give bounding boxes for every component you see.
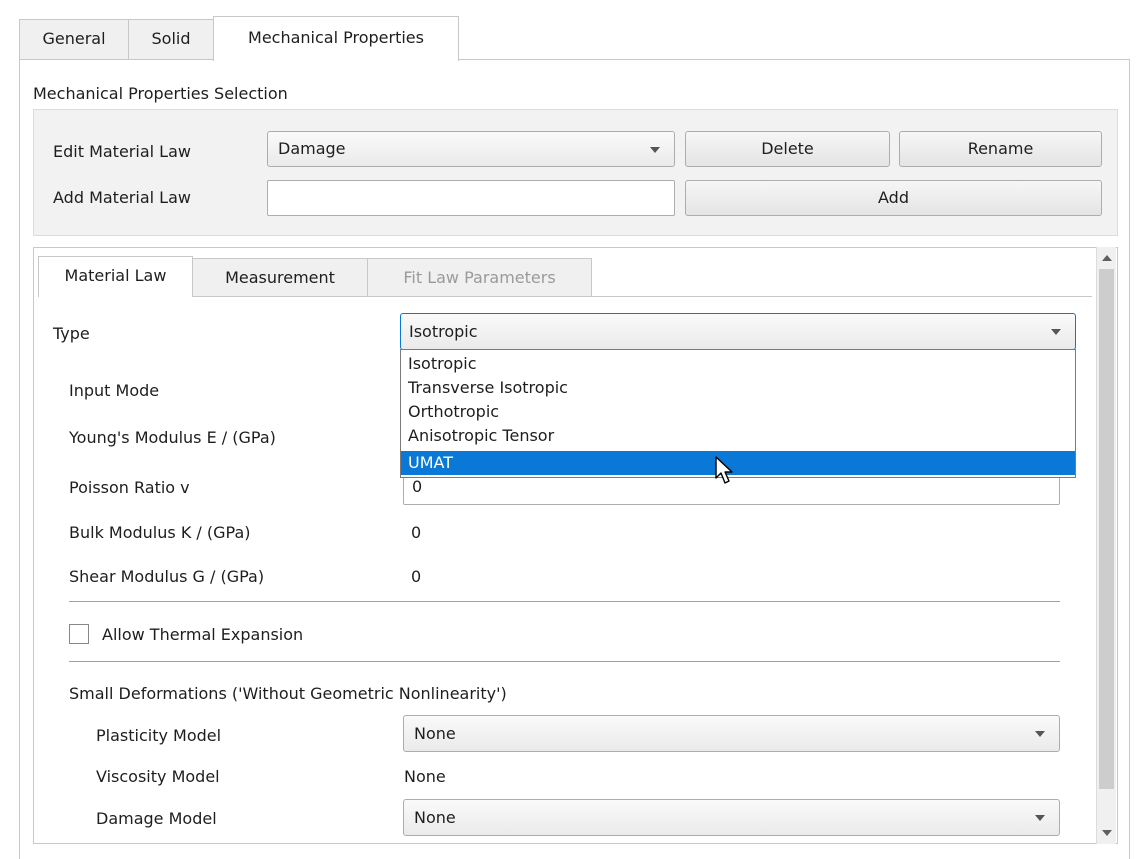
chevron-down-icon (1035, 731, 1045, 737)
scrollbar-thumb[interactable] (1099, 269, 1114, 789)
scroll-down-icon[interactable] (1102, 830, 1112, 836)
tab-solid-label: Solid (151, 29, 191, 48)
tab-mechanical-properties[interactable]: Mechanical Properties (213, 16, 459, 61)
divider (69, 661, 1060, 662)
tab-general[interactable]: General (19, 19, 129, 60)
damage-model-value: None (414, 808, 456, 827)
type-value: Isotropic (409, 322, 478, 341)
tab-measurement-label: Measurement (225, 268, 335, 287)
small-deformations-label: Small Deformations ('Without Geometric N… (69, 684, 507, 703)
poisson-ratio-label: Poisson Ratio v (69, 478, 190, 497)
thermal-expansion-checkbox[interactable] (69, 624, 89, 644)
plasticity-model-combo[interactable]: None (403, 715, 1060, 752)
plasticity-model-label: Plasticity Model (96, 726, 222, 745)
damage-model-combo[interactable]: None (403, 799, 1060, 836)
mouse-pointer-icon (715, 456, 733, 484)
type-dropdown-list: Isotropic Transverse Isotropic Orthotrop… (400, 349, 1076, 484)
add-button[interactable]: Add (685, 180, 1102, 216)
plasticity-model-value: None (414, 724, 456, 743)
tab-fit-law-parameters-label: Fit Law Parameters (403, 268, 556, 287)
damage-model-label: Damage Model (96, 809, 217, 828)
tab-material-law-label: Material Law (64, 266, 167, 285)
tab-solid[interactable]: Solid (128, 19, 214, 60)
bulk-modulus-label: Bulk Modulus K / (GPa) (69, 523, 251, 542)
option-umat[interactable]: UMAT (401, 451, 1075, 475)
tab-bar-divider (38, 296, 1092, 297)
type-label: Type (53, 324, 90, 343)
viscosity-model-value: None (404, 767, 446, 786)
edit-material-law-combo[interactable]: Damage (267, 131, 675, 167)
option-transverse-isotropic[interactable]: Transverse Isotropic (401, 376, 1075, 400)
vertical-scrollbar[interactable] (1096, 247, 1116, 844)
selection-title: Mechanical Properties Selection (33, 84, 288, 103)
add-material-law-input[interactable] (267, 180, 675, 216)
shear-modulus-label: Shear Modulus G / (GPa) (69, 567, 265, 586)
thermal-expansion-label: Allow Thermal Expansion (102, 625, 304, 644)
chevron-down-icon (1051, 329, 1061, 335)
option-orthotropic[interactable]: Orthotropic (401, 400, 1075, 424)
tab-material-law[interactable]: Material Law (38, 256, 193, 297)
delete-button[interactable]: Delete (685, 131, 890, 167)
input-mode-label: Input Mode (69, 381, 160, 400)
youngs-modulus-label: Young's Modulus E / (GPa) (69, 428, 276, 447)
shear-modulus-value: 0 (411, 567, 422, 586)
chevron-down-icon (1035, 815, 1045, 821)
option-anisotropic-tensor[interactable]: Anisotropic Tensor (401, 424, 1075, 448)
selection-group (33, 109, 1118, 236)
tab-mechanical-properties-label: Mechanical Properties (248, 28, 424, 47)
poisson-ratio-value: 0 (412, 477, 423, 496)
rename-button[interactable]: Rename (899, 131, 1102, 167)
tab-fit-law-parameters: Fit Law Parameters (367, 258, 592, 297)
divider (69, 601, 1060, 602)
tab-general-label: General (42, 29, 106, 48)
bulk-modulus-value: 0 (411, 523, 422, 542)
scroll-up-icon[interactable] (1102, 255, 1112, 261)
viscosity-model-label: Viscosity Model (96, 767, 220, 786)
option-isotropic[interactable]: Isotropic (401, 352, 1075, 376)
chevron-down-icon (650, 147, 660, 153)
tab-measurement[interactable]: Measurement (192, 258, 368, 297)
edit-material-law-label: Edit Material Law (53, 142, 191, 161)
edit-material-law-value: Damage (278, 139, 346, 158)
add-material-law-label: Add Material Law (53, 188, 191, 207)
type-combo[interactable]: Isotropic (400, 313, 1076, 350)
